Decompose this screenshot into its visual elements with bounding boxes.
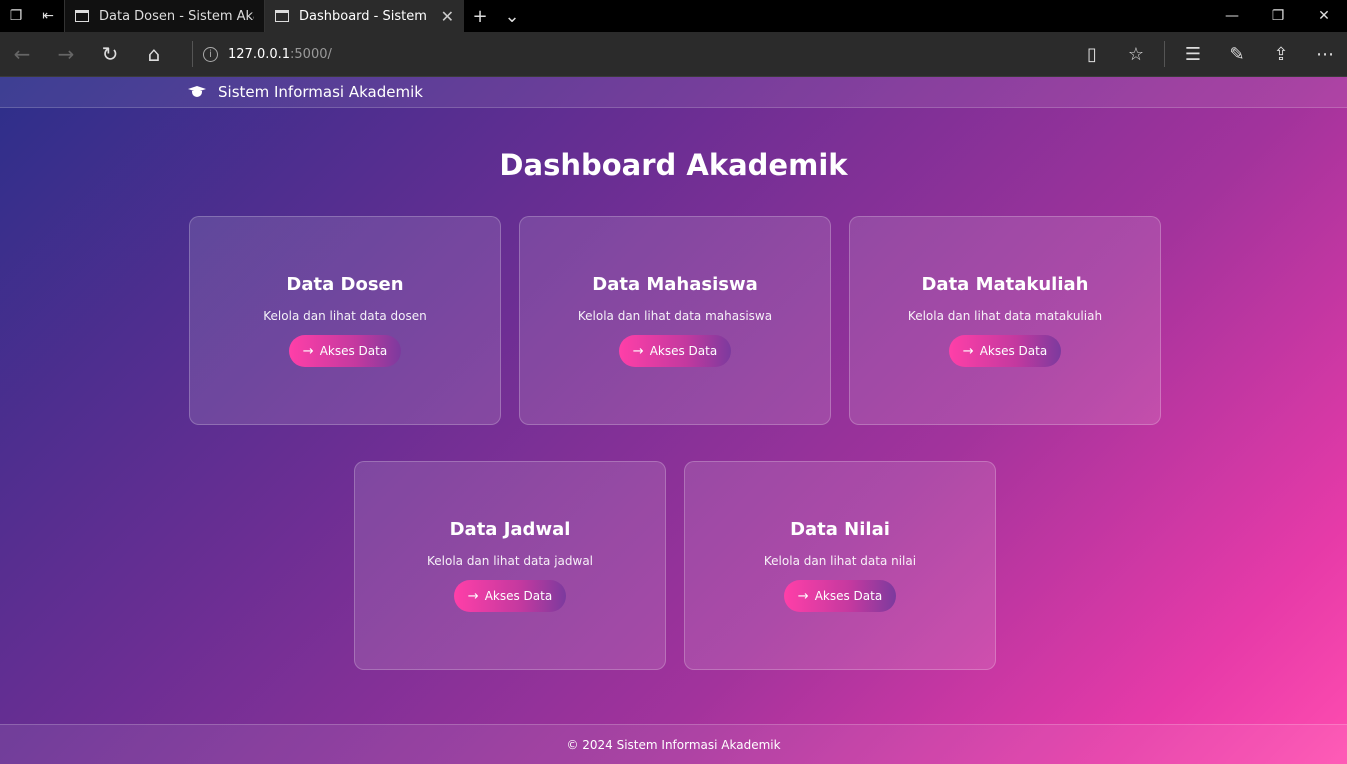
button-label: Akses Data	[319, 344, 388, 358]
card-data-matakuliah: Data Matakuliah Kelola dan lihat data ma…	[849, 216, 1161, 425]
address-path: :5000/	[290, 46, 332, 62]
tab-actions-icon[interactable]: ❐	[0, 0, 32, 32]
site-header: Sistem Informasi Akademik	[0, 77, 1347, 108]
arrow-right-icon: →	[467, 588, 479, 604]
graduation-cap-icon	[188, 86, 206, 98]
browser-toolbar-right: ▯ ☆ ☰ ✎ ⇪ ⋯	[1070, 32, 1347, 76]
card-title: Data Nilai	[790, 519, 890, 540]
favorite-star-icon[interactable]: ☆	[1114, 32, 1158, 76]
arrow-right-icon: →	[962, 343, 974, 359]
divider	[192, 41, 193, 67]
card-title: Data Dosen	[286, 274, 404, 295]
button-label: Akses Data	[979, 344, 1048, 358]
page-icon	[275, 10, 289, 22]
minimize-icon[interactable]: —	[1209, 0, 1255, 32]
favorites-hub-icon[interactable]: ☰	[1171, 32, 1215, 76]
browser-navbar: ← → ↻ ⌂ i 127.0.0.1:5000/ ▯ ☆ ☰ ✎ ⇪ ⋯	[0, 32, 1347, 77]
akses-data-button[interactable]: → Akses Data	[454, 580, 566, 612]
card-description: Kelola dan lihat data mahasiswa	[577, 309, 773, 323]
site-brand[interactable]: Sistem Informasi Akademik	[218, 83, 423, 101]
card-data-jadwal: Data Jadwal Kelola dan lihat data jadwal…	[354, 461, 666, 670]
button-label: Akses Data	[814, 589, 883, 603]
chevron-down-icon[interactable]: ⌄	[496, 0, 528, 32]
info-icon[interactable]: i	[203, 46, 218, 62]
window-controls: — ❐ ✕	[1209, 0, 1347, 32]
close-window-icon[interactable]: ✕	[1301, 0, 1347, 32]
tab-title: Data Dosen - Sistem Akademik	[99, 8, 254, 24]
pen-icon[interactable]: ✎	[1215, 32, 1259, 76]
page-title: Dashboard Akademik	[499, 148, 848, 182]
reading-view-icon[interactable]: ▯	[1070, 32, 1114, 76]
new-tab-icon[interactable]: +	[464, 0, 496, 32]
akses-data-button[interactable]: → Akses Data	[619, 335, 731, 367]
card-description: Kelola dan lihat data matakuliah	[907, 309, 1103, 323]
forward-icon[interactable]: →	[44, 32, 88, 76]
restore-icon[interactable]: ❐	[1255, 0, 1301, 32]
back-icon[interactable]: ←	[0, 32, 44, 76]
card-data-nilai: Data Nilai Kelola dan lihat data nilai →…	[684, 461, 996, 670]
arrow-right-icon: →	[632, 343, 644, 359]
page-viewport: Sistem Informasi Akademik Dashboard Akad…	[0, 77, 1347, 764]
arrow-right-icon: →	[797, 588, 809, 604]
card-title: Data Matakuliah	[921, 274, 1089, 295]
footer-text: © 2024 Sistem Informasi Akademik	[566, 737, 781, 752]
address-bar[interactable]: i 127.0.0.1:5000/	[203, 46, 332, 62]
card-data-dosen: Data Dosen Kelola dan lihat data dosen →…	[189, 216, 501, 425]
card-data-mahasiswa: Data Mahasiswa Kelola dan lihat data mah…	[519, 216, 831, 425]
browser-tabbar: ❐ ⇤ Data Dosen - Sistem Akademik Dashboa…	[0, 0, 1347, 32]
site-footer: © 2024 Sistem Informasi Akademik	[0, 724, 1347, 764]
tab-title: Dashboard - Sistem Akademik	[299, 8, 431, 24]
page-icon	[75, 10, 89, 22]
akses-data-button[interactable]: → Akses Data	[949, 335, 1061, 367]
akses-data-button[interactable]: → Akses Data	[784, 580, 896, 612]
divider	[1164, 41, 1165, 67]
tab-data-dosen[interactable]: Data Dosen - Sistem Akademik	[64, 0, 264, 32]
card-title: Data Mahasiswa	[592, 274, 758, 295]
card-title: Data Jadwal	[449, 519, 571, 540]
tab-dashboard[interactable]: Dashboard - Sistem Akademik ✕	[264, 0, 464, 32]
home-icon[interactable]: ⌂	[132, 32, 176, 76]
button-label: Akses Data	[484, 589, 553, 603]
card-description: Kelola dan lihat data nilai	[763, 554, 917, 568]
more-icon[interactable]: ⋯	[1303, 32, 1347, 76]
close-tab-icon[interactable]: ✕	[441, 7, 454, 26]
refresh-icon[interactable]: ↻	[88, 32, 132, 76]
card-description: Kelola dan lihat data jadwal	[426, 554, 594, 568]
button-label: Akses Data	[649, 344, 718, 358]
card-description: Kelola dan lihat data dosen	[263, 309, 427, 323]
akses-data-button[interactable]: → Akses Data	[289, 335, 401, 367]
set-aside-tabs-icon[interactable]: ⇤	[32, 0, 64, 32]
arrow-right-icon: →	[302, 343, 314, 359]
share-icon[interactable]: ⇪	[1259, 32, 1303, 76]
address-host: 127.0.0.1	[228, 46, 291, 62]
